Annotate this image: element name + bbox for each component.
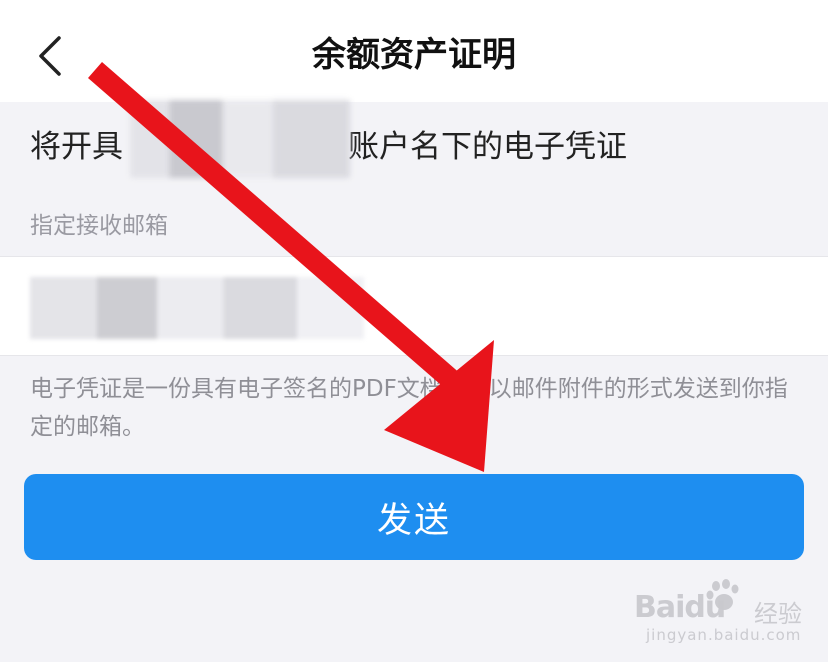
watermark-brand: Baidu (634, 590, 726, 625)
redacted-account-name (130, 100, 350, 178)
notice-prefix: 将开具 (30, 129, 123, 165)
notice-suffix: 账户名下的电子凭证 (348, 129, 627, 165)
watermark-url: jingyan.baidu.com (646, 626, 802, 644)
email-row (0, 256, 828, 356)
watermark-brand-cn: 经验 (754, 600, 802, 628)
email-input[interactable] (30, 277, 364, 339)
page-title: 余额资产证明 (312, 35, 516, 75)
email-section-label: 指定接收邮箱 (30, 213, 168, 239)
send-button[interactable]: 发送 (24, 474, 804, 560)
certificate-notice: 将开具 账户名下的电子凭证 (30, 122, 627, 172)
paw-icon (706, 579, 739, 610)
baidu-jingyan-watermark: Baidu 经验 jingyan.baidu.com (634, 576, 820, 650)
top-bar: 余额资产证明 (0, 0, 828, 102)
certificate-description: 电子凭证是一份具有电子签名的PDF文档，将以邮件附件的形式发送到你指定的邮箱。 (30, 376, 788, 440)
